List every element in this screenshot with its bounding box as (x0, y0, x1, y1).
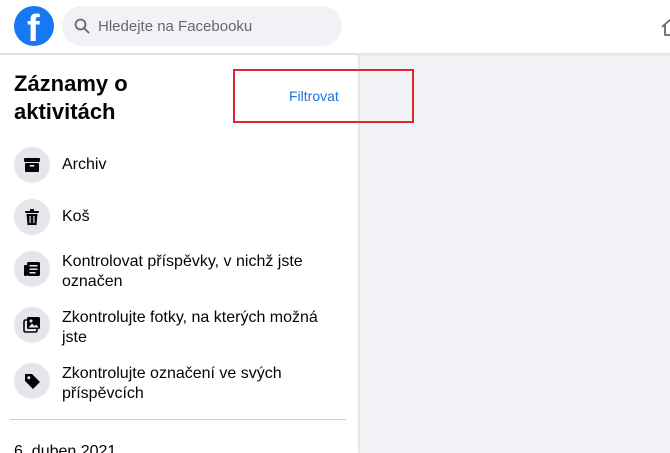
menu-item-label: Archiv (62, 156, 107, 173)
home-icon[interactable] (660, 16, 670, 38)
menu-item-label: Zkontrolujte fotky, na kterých možná jst… (62, 309, 318, 346)
menu-item-trash[interactable]: Koš (0, 199, 358, 235)
facebook-logo[interactable]: f (14, 6, 54, 46)
activity-log-sidebar: Záznamy o aktivitách Filtrovat Archiv Ko… (0, 55, 414, 453)
trash-icon (14, 199, 50, 235)
menu-item-label: Koš (62, 208, 90, 225)
menu-item-label: Kontrolovat příspěvky, v nichž jste ozna… (62, 253, 303, 290)
annotation-highlight-box (233, 69, 414, 123)
facebook-logo-glyph: f (27, 8, 40, 46)
search-box[interactable] (62, 6, 342, 46)
menu-item-tags[interactable]: Zkontrolujte označení ve svých příspěvcí… (0, 361, 358, 405)
menu-item-photos[interactable]: Zkontrolujte fotky, na kterých možná jst… (0, 305, 358, 349)
search-icon (74, 18, 90, 34)
tag-icon (14, 363, 50, 399)
top-navigation-bar: f (0, 0, 670, 54)
menu-item-tagged-posts[interactable]: Kontrolovat příspěvky, v nichž jste ozna… (0, 249, 358, 293)
tagged-posts-icon (14, 251, 50, 287)
date-heading: 6. duben 2021 (14, 443, 117, 453)
photos-icon (14, 307, 50, 343)
menu-item-archive[interactable]: Archiv (0, 147, 358, 183)
divider (10, 419, 346, 420)
search-input[interactable] (98, 6, 334, 46)
archive-icon (14, 147, 50, 183)
menu-item-label: Zkontrolujte označení ve svých příspěvcí… (62, 365, 282, 402)
page-title: Záznamy o aktivitách (14, 71, 128, 124)
